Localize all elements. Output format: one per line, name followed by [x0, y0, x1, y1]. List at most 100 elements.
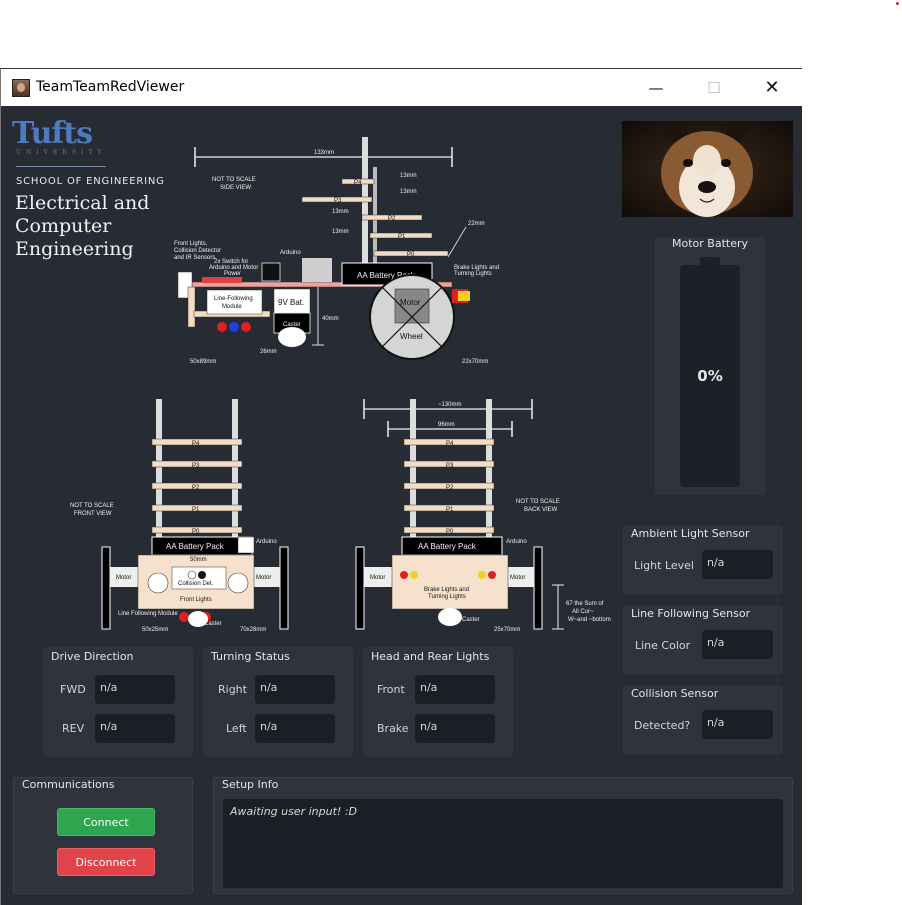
back-brake-2: Turning Lights — [428, 594, 466, 600]
brake-light-field[interactable]: n/a — [415, 714, 495, 743]
minimize-button[interactable]: — — [627, 69, 685, 106]
connect-button[interactable]: Connect — [57, 808, 155, 836]
setup-info-panel: Setup Info Awaiting user input! :D — [213, 777, 793, 894]
front-lights-label: Front Lights — [180, 597, 212, 603]
close-icon: ✕ — [764, 77, 780, 98]
side-label-ir: and IR Sensors — [174, 255, 215, 261]
front-light-field[interactable]: n/a — [415, 675, 495, 704]
front-view: NOT TO SCALE FRONT VIEW P4 P3 P2 P1 P0 A… — [70, 399, 289, 633]
fwd-field[interactable]: n/a — [95, 675, 175, 704]
title-bar[interactable]: TeamTeamRedViewer — ☐ ✕ — [1, 69, 802, 106]
front-arduino: Arduino — [256, 539, 277, 545]
side-shelf-p1: P1 — [398, 234, 406, 240]
back-shelf-p1: P1 — [446, 507, 454, 513]
ambient-light-title: Ambient Light Sensor — [631, 527, 750, 540]
maximize-button[interactable]: ☐ — [685, 69, 743, 106]
side-shelf-p3: P3 — [334, 198, 342, 204]
back-shelf-p2: P2 — [446, 485, 454, 491]
side-dim-right: 22mm — [468, 221, 485, 227]
back-shelf-p0: P0 — [446, 529, 454, 535]
side-line-following-1: Line-Following — [214, 296, 253, 302]
line-color-field[interactable]: n/a — [702, 630, 773, 659]
front-shelf-p3: P3 — [192, 463, 200, 469]
side-view-title-1: NOT TO SCALE — [212, 177, 256, 183]
brake-light-label: Brake — [377, 722, 409, 735]
turning-status-panel: Turning Status Right n/a Left n/a — [203, 647, 353, 757]
side-dim-bottom-left: 50x89mm — [190, 359, 216, 365]
setup-info-title: Setup Info — [222, 778, 279, 791]
front-caster: Caster — [204, 621, 222, 627]
rev-label: REV — [62, 722, 85, 735]
communications-panel: Communications Connect Disconnect — [13, 777, 193, 894]
right-field[interactable]: n/a — [255, 675, 335, 704]
disconnect-button[interactable]: Disconnect — [57, 848, 155, 876]
close-button[interactable]: ✕ — [743, 69, 801, 106]
side-label-collision: Collision Detector — [174, 248, 221, 254]
side-dim-bottom-mid: 26mm — [260, 349, 277, 355]
side-line-following-2: Module — [222, 304, 242, 310]
side-view: NOT TO SCALE SIDE VIEW 133mm P4 P3 P2 P1… — [174, 137, 499, 365]
setup-info-text[interactable]: Awaiting user input! :D — [223, 799, 783, 888]
side-dim-p2: 13mm — [332, 209, 349, 215]
side-label-switch-3: Power — [224, 271, 241, 277]
back-clearance-3: W~and ~bottom — [568, 617, 611, 623]
side-9v-battery: 9V Bat. — [278, 298, 304, 307]
front-aa-pack: AA Battery Pack — [166, 542, 225, 551]
back-motor-right: Motor — [510, 575, 525, 581]
rev-field[interactable]: n/a — [95, 714, 175, 743]
line-color-label: Line Color — [635, 639, 691, 652]
screen: TeamTeamRedViewer — ☐ ✕ Tufts UNIVERSITY… — [0, 0, 902, 905]
line-following-panel: Line Following Sensor Line Color n/a — [623, 605, 783, 675]
app-icon — [12, 79, 30, 97]
front-dim-right: 70x28mm — [240, 627, 266, 633]
light-level-label: Light Level — [634, 559, 694, 572]
head-rear-lights-title: Head and Rear Lights — [371, 650, 490, 663]
front-view-title-1: NOT TO SCALE — [70, 503, 114, 509]
side-shelf-p4: P4 — [354, 180, 362, 186]
detected-label: Detected? — [634, 719, 691, 732]
back-dim-bottom: 25x70mm — [494, 627, 520, 633]
side-shelf-p0: P0 — [407, 252, 415, 258]
front-motor-right: Motor — [256, 575, 271, 581]
back-view-title-1: NOT TO SCALE — [516, 499, 560, 505]
back-dim-second: 96mm — [438, 422, 455, 428]
drive-direction-title: Drive Direction — [51, 650, 134, 663]
back-clearance-2: All Cur~ — [572, 609, 594, 615]
back-shelf-p3: P3 — [446, 463, 454, 469]
detected-field[interactable]: n/a — [702, 710, 773, 739]
back-motor-left: Motor — [370, 575, 385, 581]
side-dim-height: 40mm — [322, 316, 339, 322]
collision-sensor-title: Collision Sensor — [631, 687, 719, 700]
back-clearance-1: 67 the Sum of — [566, 601, 604, 607]
minimize-icon: — — [648, 78, 664, 97]
side-view-title-2: SIDE VIEW — [220, 185, 251, 191]
back-aa-pack: AA Battery Pack — [418, 542, 477, 551]
side-shelf-p2: P2 — [388, 216, 396, 222]
side-motor: Motor — [400, 298, 421, 307]
light-level-field[interactable]: n/a — [702, 550, 773, 579]
side-label-arduino: Arduino — [280, 250, 301, 256]
left-label: Left — [226, 722, 247, 735]
window-title: TeamTeamRedViewer — [36, 79, 185, 95]
front-shelf-p1: P1 — [192, 507, 200, 513]
right-label: Right — [218, 683, 247, 696]
collision-sensor-panel: Collision Sensor Detected? n/a — [623, 685, 783, 755]
side-dim-bottom-right: 22x70mm — [462, 359, 488, 365]
robot-diagram: NOT TO SCALE SIDE VIEW 133mm P4 P3 P2 P1… — [70, 137, 611, 633]
drive-direction-panel: Drive Direction FWD n/a REV n/a — [43, 647, 193, 757]
back-brake-1: Brake Lights and — [424, 587, 469, 593]
main-content: Tufts UNIVERSITY SCHOOL OF ENGINEERING E… — [2, 107, 802, 905]
side-dim-top: 133mm — [314, 150, 334, 156]
side-brake-2: Turning Lights — [454, 271, 492, 277]
front-collision: Collision Det. — [178, 581, 214, 587]
line-following-title: Line Following Sensor — [631, 607, 751, 620]
back-view-title-2: BACK VIEW — [524, 507, 558, 513]
red-dot-marker — [896, 2, 899, 5]
left-field[interactable]: n/a — [255, 714, 335, 743]
side-dim-p1: 13mm — [332, 229, 349, 235]
front-dim-left: 50x25mm — [142, 627, 168, 633]
front-shelf-p0: P0 — [192, 529, 200, 535]
front-line-following: Line Following Module — [118, 611, 178, 617]
side-dim-p3: 13mm — [400, 189, 417, 195]
battery-percent: 0% — [697, 367, 723, 385]
